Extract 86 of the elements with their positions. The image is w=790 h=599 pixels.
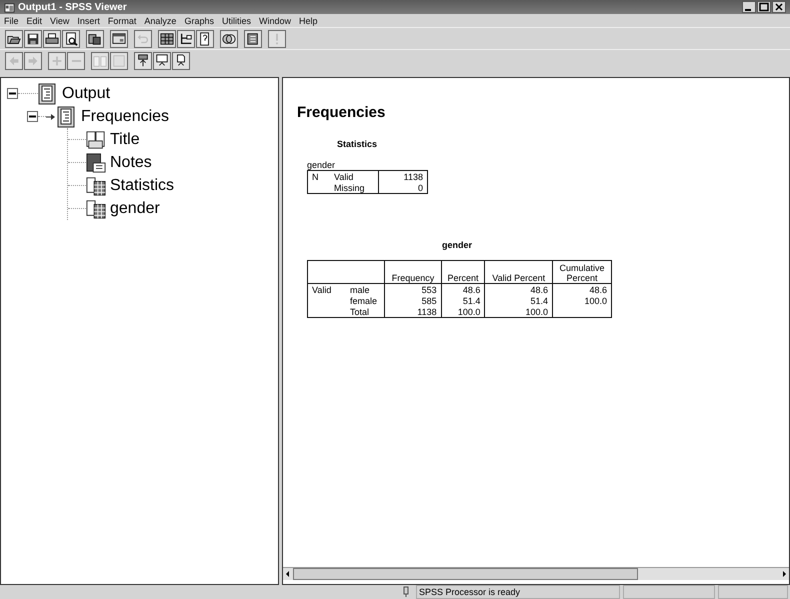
notes-icon: [86, 152, 106, 174]
menu-item[interactable]: Help: [299, 16, 318, 26]
table-cell: 100.0: [484, 306, 552, 318]
table-cell: 0: [378, 182, 428, 194]
menu-item[interactable]: Analyze: [144, 16, 176, 26]
column-header: Cumulative Percent: [552, 260, 612, 284]
table-cell: 585: [384, 295, 442, 306]
table-cell: 48.6: [484, 284, 552, 295]
toolbar-button[interactable]: [43, 30, 61, 48]
grid-icon: [160, 32, 174, 46]
menu-item[interactable]: Window: [258, 16, 291, 26]
collapse-icon[interactable]: [27, 111, 38, 122]
dialog-icon: [112, 32, 126, 46]
toolbar-button[interactable]: [153, 52, 171, 70]
maximize-icon[interactable]: [757, 1, 771, 13]
minimize-icon[interactable]: [742, 1, 756, 13]
table-cell: 51.4: [484, 295, 552, 306]
variable-label: gender: [307, 160, 336, 170]
menu-item[interactable]: Format: [108, 16, 136, 26]
window-title: Output1 - SPSS Viewer: [18, 2, 128, 12]
menu-item[interactable]: Utilities: [222, 16, 251, 26]
outline-item[interactable]: Frequencies: [81, 108, 170, 126]
collapse-icon[interactable]: [7, 88, 18, 99]
column-header: Valid Percent: [484, 260, 552, 284]
table-cell: 1138: [384, 306, 442, 318]
help-icon: [198, 32, 212, 46]
title-icon: [155, 54, 169, 68]
scroll-thumb[interactable]: [293, 568, 638, 580]
menu-item[interactable]: Graphs: [184, 16, 214, 26]
table-cell: 1138: [378, 170, 428, 182]
table-icon: [86, 174, 106, 196]
tree-icon: [179, 32, 193, 46]
toolbar-button[interactable]: [62, 30, 80, 48]
menu-item[interactable]: File: [4, 16, 19, 26]
column-header: Frequency: [384, 260, 442, 284]
outline-item[interactable]: Notes: [110, 154, 152, 172]
menu-item[interactable]: Edit: [26, 16, 42, 26]
toolbar-button[interactable]: [244, 30, 262, 48]
column-header: Percent: [441, 260, 485, 284]
table-cell: 48.6: [441, 284, 485, 295]
outline-item[interactable]: Statistics: [110, 176, 174, 194]
table-cell: female: [346, 295, 385, 306]
toolbar-button[interactable]: [220, 30, 238, 48]
table-cell: 51.4: [441, 295, 485, 306]
plus-icon: [50, 54, 64, 68]
outline-item[interactable]: Title: [110, 130, 140, 148]
menu-item[interactable]: View: [50, 16, 70, 26]
heading-icon: [136, 54, 150, 68]
pages-icon: [88, 32, 102, 46]
app-icon: [4, 2, 15, 12]
toolbar-button[interactable]: [172, 52, 190, 70]
magnifier-icon: [64, 32, 78, 46]
toolbar-button[interactable]: [86, 30, 104, 48]
status-message: SPSS Processor is ready: [416, 585, 620, 599]
table-cell: 553: [384, 284, 442, 295]
table-cell: N: [308, 170, 330, 182]
outline-item[interactable]: gender: [110, 200, 160, 218]
menu-item[interactable]: Insert: [77, 16, 100, 26]
table-cell: male: [346, 284, 385, 295]
table-cell: Total: [346, 306, 385, 318]
toolbar-button[interactable]: [5, 30, 23, 48]
minus-icon: [70, 58, 82, 62]
text-icon: [174, 54, 188, 68]
toolbar-button[interactable]: [196, 30, 214, 48]
toolbar-button[interactable]: [24, 30, 42, 48]
page-icon: [112, 54, 126, 68]
output-heading: Frequencies: [297, 104, 386, 121]
toolbar-button[interactable]: [110, 30, 128, 48]
circles-icon: [222, 32, 236, 46]
table-cell: Missing: [330, 182, 378, 194]
toolbar-button[interactable]: [134, 52, 152, 70]
table-title: gender: [440, 240, 473, 250]
table-cell: 48.6: [552, 284, 612, 295]
status-panel: [718, 585, 788, 599]
printer-icon: [45, 32, 59, 46]
toolbar-button[interactable]: [177, 30, 195, 48]
table-cell: 100.0: [552, 295, 612, 306]
list-icon: [246, 32, 260, 46]
close-icon[interactable]: [772, 1, 786, 13]
table-title: Statistics: [337, 139, 378, 149]
table-icon: [86, 198, 106, 220]
table-cell: Valid: [330, 170, 378, 182]
table-cell: 100.0: [441, 306, 485, 318]
table-cell: Valid: [308, 284, 346, 295]
toolbar-button[interactable]: [158, 30, 176, 48]
outline-item[interactable]: Output: [62, 84, 110, 102]
